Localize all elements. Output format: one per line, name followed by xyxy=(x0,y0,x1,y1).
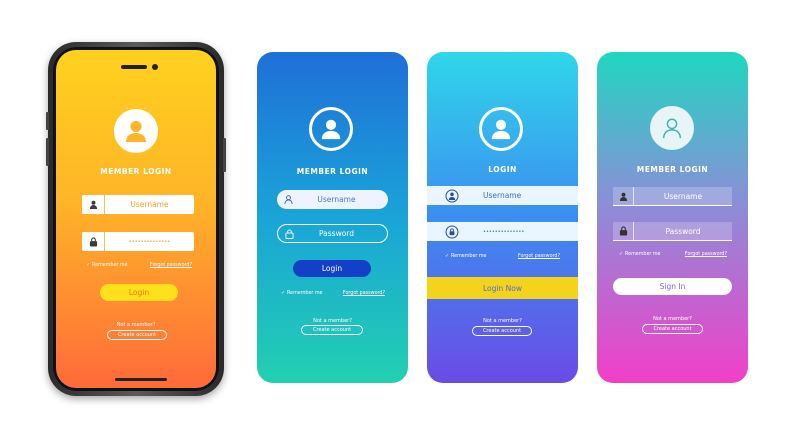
lock-icon xyxy=(278,225,300,242)
screen-1: MEMBER LOGIN Username •••••••••••••• ✓ Re… xyxy=(56,50,216,388)
sign-in-button[interactable]: Sign In xyxy=(613,278,732,295)
password-field[interactable]: Password xyxy=(613,222,732,241)
lock-icon xyxy=(82,232,105,251)
screen-3: LOGIN Username •••••••••••••• ✓ Remember … xyxy=(427,52,578,383)
username-placeholder: Username xyxy=(317,195,356,204)
avatar-icon xyxy=(650,106,694,150)
create-account-button[interactable]: Create account xyxy=(642,324,703,334)
forgot-password-link[interactable]: Forgot password? xyxy=(685,252,727,257)
password-field[interactable]: Password xyxy=(277,224,388,243)
username-placeholder: Username xyxy=(130,200,169,209)
password-placeholder: Password xyxy=(318,229,355,238)
phone-camera xyxy=(152,64,158,70)
remember-label: Remember me xyxy=(625,252,661,257)
phone-speaker xyxy=(121,65,147,69)
not-member-text: Not a member? xyxy=(483,318,522,324)
password-field[interactable]: •••••••••••••• xyxy=(427,222,578,241)
phone-frame: MEMBER LOGIN Username •••••••••••••• ✓ Re… xyxy=(46,42,226,396)
remember-row: ✓ Remember me Forgot password? xyxy=(619,252,727,257)
screen-4: MEMBER LOGIN Username Password ✓ Remember… xyxy=(597,52,748,383)
page-title: MEMBER LOGIN xyxy=(296,167,369,176)
password-field[interactable]: •••••••••••••• xyxy=(82,232,194,251)
user-icon xyxy=(82,195,105,214)
remember-label: Remember me xyxy=(287,291,323,296)
login-now-button[interactable]: Login Now xyxy=(427,277,578,299)
remember-label: Remember me xyxy=(92,263,128,268)
username-field[interactable]: Username xyxy=(277,190,388,209)
username-placeholder: Username xyxy=(663,191,703,201)
lock-icon xyxy=(427,222,477,241)
lock-icon xyxy=(613,222,634,240)
remember-row: ✓ Remember me Forgot password? xyxy=(445,254,560,259)
forgot-password-link[interactable]: Forgot password? xyxy=(150,263,192,268)
remember-row: ✓ Remember me Forgot password? xyxy=(86,263,192,268)
screen-2: MEMBER LOGIN Username Password Login ✓ Re… xyxy=(257,52,408,383)
remember-checkbox[interactable]: ✓ Remember me xyxy=(445,254,487,259)
username-placeholder: Username xyxy=(483,191,522,200)
phone-side-button xyxy=(46,112,49,130)
avatar-icon xyxy=(114,109,158,153)
login-button[interactable]: Login xyxy=(293,260,371,277)
password-value: •••••••••••••• xyxy=(128,238,171,245)
username-field[interactable]: Username xyxy=(82,195,194,214)
login-button[interactable]: Login xyxy=(100,284,178,301)
page-title: LOGIN xyxy=(488,165,517,174)
user-icon xyxy=(427,186,477,205)
username-field[interactable]: Username xyxy=(613,187,732,206)
remember-checkbox[interactable]: ✓ Remember me xyxy=(86,263,128,268)
user-icon xyxy=(613,187,634,205)
password-value: •••••••••••••• xyxy=(483,228,525,235)
not-member-text: Not a member? xyxy=(313,318,352,324)
not-member-text: Not a member? xyxy=(653,316,692,322)
create-account-button[interactable]: Create account xyxy=(301,325,363,335)
remember-label: Remember me xyxy=(451,254,487,259)
page-title: MEMBER LOGIN xyxy=(636,165,709,174)
username-field[interactable]: Username xyxy=(427,186,578,205)
forgot-password-link[interactable]: Forgot password? xyxy=(518,254,560,259)
check-icon: ✓ xyxy=(281,291,286,296)
remember-row: ✓ Remember me Forgot password? xyxy=(281,291,385,296)
forgot-password-link[interactable]: Forgot password? xyxy=(343,291,385,296)
not-member-text: Not a member? xyxy=(116,322,156,328)
check-icon: ✓ xyxy=(445,254,450,259)
user-icon xyxy=(277,190,299,209)
create-account-button[interactable]: Create account xyxy=(107,330,167,340)
remember-checkbox[interactable]: ✓ Remember me xyxy=(281,291,323,296)
phone-volume-button xyxy=(46,138,49,166)
page-title: MEMBER LOGIN xyxy=(100,167,172,176)
avatar-icon xyxy=(309,107,353,151)
password-placeholder: Password xyxy=(665,226,701,236)
phone-power-button xyxy=(223,138,226,172)
create-account-button[interactable]: Create account xyxy=(472,326,532,336)
phone-home-bar xyxy=(115,378,167,381)
check-icon: ✓ xyxy=(86,263,91,268)
check-icon: ✓ xyxy=(619,252,624,257)
avatar-icon xyxy=(479,107,523,151)
remember-checkbox[interactable]: ✓ Remember me xyxy=(619,252,661,257)
